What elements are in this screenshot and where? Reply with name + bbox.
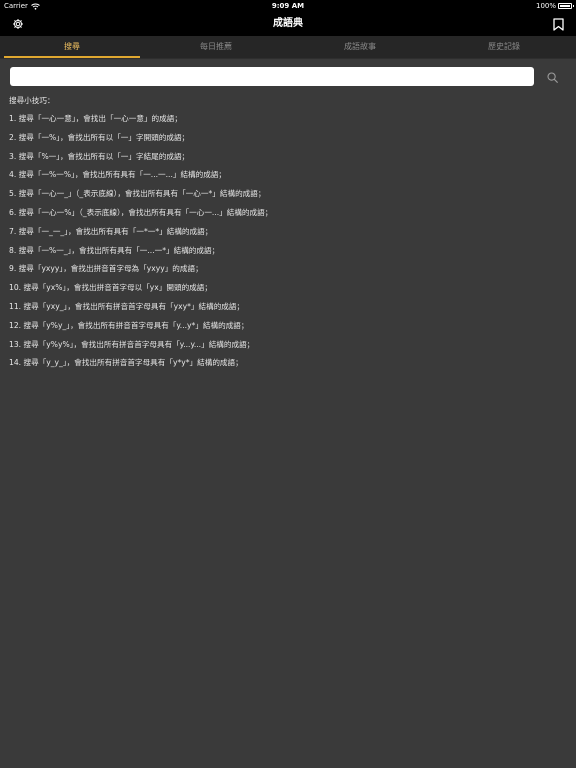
search-row bbox=[10, 67, 566, 86]
tip-item: 8. 搜尋「一%一_」，會找出所有具有「一...一*」結構的成語； bbox=[9, 245, 220, 255]
tab-history[interactable]: 歷史記錄 bbox=[432, 36, 576, 58]
page-title: 成語典 bbox=[273, 18, 303, 29]
tip-item: 2. 搜尋「一%」，會找出所有以「一」字開頭的成語； bbox=[9, 132, 190, 142]
battery-label: 100% bbox=[535, 2, 556, 10]
bookmark-icon bbox=[552, 17, 564, 31]
tip-item: 4. 搜尋「一%一%」，會找出所有具有「一...一...」結構的成語； bbox=[9, 170, 227, 180]
tips-title: 搜尋小技巧： bbox=[9, 96, 55, 105]
tab-daily-recommendation[interactable]: 每日推薦 bbox=[144, 36, 288, 58]
tip-list: 1. 搜尋「一心一意」，會找出「一心一意」的成語； 2. 搜尋「一%」，會找出所… bbox=[9, 113, 569, 376]
tip-item: 7. 搜尋「一_一_」，會找出所有具有「一*一*」結構的成語； bbox=[9, 226, 213, 236]
tab-bar: 搜尋 每日推薦 成語故事 歷史記錄 bbox=[0, 36, 576, 59]
tip-item: 12. 搜尋「y%y_」，會找出所有拼音首字母具有「y...y*」結構的成語； bbox=[9, 320, 249, 330]
search-input[interactable] bbox=[10, 67, 534, 86]
tip-item: 9. 搜尋「yxyy」，會找出拼音首字母為「yxyy」的成語； bbox=[9, 264, 203, 274]
bookmark-button[interactable] bbox=[550, 16, 566, 32]
tip-item: 5. 搜尋「一心一_」（_表示底線），會找出所有具有「一心一*」結構的成語； bbox=[9, 189, 266, 199]
tip-item: 10. 搜尋「yx%」，會找出拼音首字母以「yx」開頭的成語； bbox=[9, 283, 212, 293]
navigation-bar: 成語典 bbox=[0, 12, 576, 36]
tip-item: 6. 搜尋「一心一%」（_表示底線），會找出所有具有「一心一...」結構的成語； bbox=[9, 207, 273, 217]
tab-idiom-stories[interactable]: 成語故事 bbox=[288, 36, 432, 58]
search-tips: 搜尋小技巧： 1. 搜尋「一心一意」，會找出「一心一意」的成語； 2. 搜尋「一… bbox=[9, 94, 569, 376]
tip-item: 11. 搜尋「yxy_」，會找出所有拼音首字母具有「yxy*」結構的成語； bbox=[9, 301, 245, 311]
status-time: 9:09 AM bbox=[271, 2, 305, 10]
search-button[interactable] bbox=[544, 69, 560, 85]
tip-item: 1. 搜尋「一心一意」，會找出「一心一意」的成語； bbox=[9, 114, 182, 123]
search-icon bbox=[546, 71, 558, 83]
tip-item: 3. 搜尋「%一」，會找出所有以「一」字結尾的成語； bbox=[9, 151, 190, 161]
battery-info: 100% bbox=[535, 0, 574, 12]
battery-icon bbox=[558, 3, 574, 9]
tab-search[interactable]: 搜尋 bbox=[0, 36, 144, 58]
tip-item: 14. 搜尋「y_y_」，會找出所有拼音首字母具有「y*y*」結構的成語； bbox=[9, 358, 243, 368]
status-bar: Carrier 9:09 AM 100% bbox=[0, 0, 576, 12]
tip-item: 13. 搜尋「y%y%」，會找出所有拼音首字母具有「y...y...」結構的成語… bbox=[9, 339, 255, 349]
